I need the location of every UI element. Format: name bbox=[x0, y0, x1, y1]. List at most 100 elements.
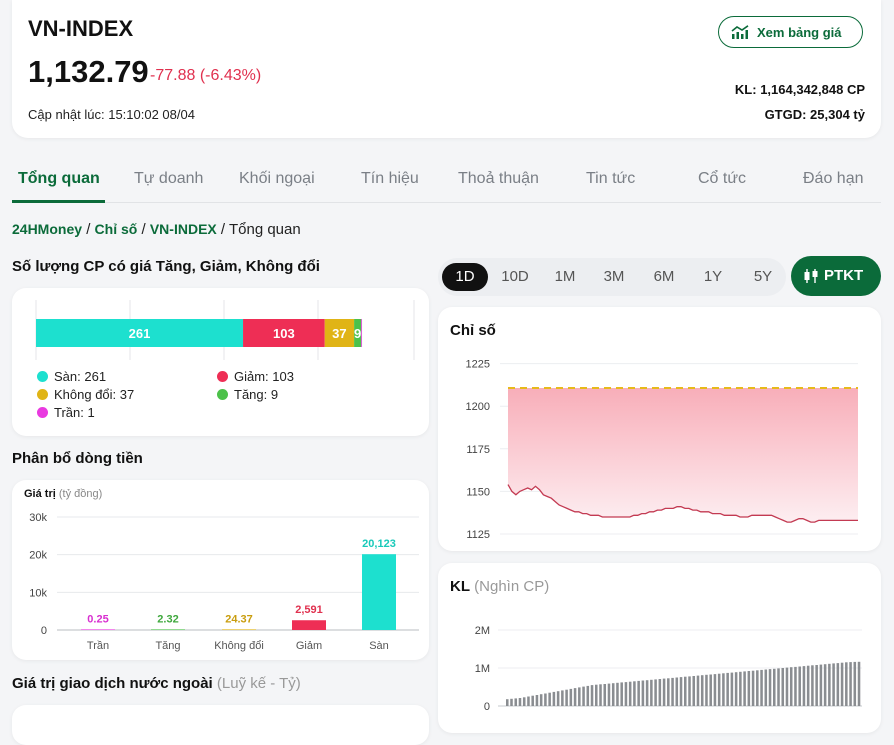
volume-bar bbox=[798, 666, 801, 706]
flow-category-label: Giảm bbox=[296, 640, 322, 652]
volume-bar bbox=[556, 691, 560, 706]
foreign-title: Giá trị giao dịch nước ngoài bbox=[12, 675, 213, 692]
flow-category-label: Trần bbox=[87, 640, 109, 652]
down-dot-icon bbox=[217, 371, 228, 382]
volume-bar bbox=[700, 675, 704, 706]
volume-bar bbox=[671, 677, 674, 706]
volume-bar bbox=[811, 665, 814, 706]
volume-bar bbox=[620, 682, 623, 706]
volume-bar bbox=[806, 665, 810, 706]
volume-bar bbox=[768, 669, 772, 706]
volume-bar bbox=[726, 672, 729, 706]
tab-divider bbox=[12, 202, 881, 203]
breadcrumb-home[interactable]: 24HMoney bbox=[12, 221, 82, 237]
volume-bar bbox=[747, 671, 751, 706]
volume-bar bbox=[624, 682, 628, 706]
volume-chart: 0 1M 2M bbox=[475, 625, 862, 713]
volume-bar bbox=[590, 685, 594, 706]
tab-signals[interactable]: Tín hiệu bbox=[361, 170, 419, 188]
volume-bar bbox=[832, 663, 835, 706]
volume-bar bbox=[815, 665, 818, 706]
range-5y[interactable]: 5Y bbox=[740, 263, 786, 291]
range-3m[interactable]: 3M bbox=[591, 263, 637, 291]
volume-bar bbox=[535, 695, 539, 706]
ptkt-label: PTKT bbox=[824, 267, 864, 284]
volume-bar bbox=[654, 679, 657, 706]
index-chart-card: Chỉ số 1125 1150 1175 1200 1225 bbox=[438, 307, 881, 551]
volume-bar bbox=[607, 683, 611, 706]
tab-overview[interactable]: Tổng quan bbox=[18, 170, 100, 188]
volume-bar bbox=[675, 677, 679, 706]
volume-bar bbox=[743, 671, 746, 706]
range-1m[interactable]: 1M bbox=[542, 263, 588, 291]
flow-title: Phân bổ dòng tiền bbox=[12, 450, 143, 467]
price-board-label: Xem bảng giá bbox=[757, 25, 842, 40]
breadcrumb-index[interactable]: VN-INDEX bbox=[150, 221, 217, 237]
tab-news[interactable]: Tin tức bbox=[586, 170, 635, 188]
legend-floor-label: Sàn: 261 bbox=[54, 369, 107, 384]
tab-maturity[interactable]: Đáo hạn bbox=[803, 170, 864, 188]
breadth-bar-ceiling bbox=[361, 319, 363, 347]
tab-dividends[interactable]: Cổ tức bbox=[698, 170, 746, 188]
flow-value-label: 0.25 bbox=[87, 613, 108, 625]
index-ytick: 1200 bbox=[466, 401, 490, 413]
volume-bar bbox=[518, 698, 522, 706]
flow-value-label: 2.32 bbox=[157, 613, 178, 625]
volume-bar bbox=[565, 689, 568, 706]
volume-bar bbox=[522, 697, 526, 706]
flat-dot-icon bbox=[37, 389, 48, 400]
volume-bar bbox=[586, 685, 590, 706]
range-1y[interactable]: 1Y bbox=[690, 263, 736, 291]
volume-bar bbox=[544, 693, 547, 706]
flow-ytick: 10k bbox=[29, 587, 47, 599]
volume-bar bbox=[506, 699, 509, 706]
volume-bar bbox=[510, 698, 513, 706]
index-ytick: 1225 bbox=[466, 359, 490, 371]
candlestick-icon bbox=[804, 269, 818, 283]
volume-bar bbox=[773, 668, 776, 706]
volume-bar bbox=[840, 662, 844, 706]
volume-bar bbox=[688, 676, 691, 706]
total-value: GTGD: 25,304 tỷ bbox=[764, 107, 865, 122]
legend-ceiling: Trần: 1 bbox=[37, 405, 95, 420]
breadcrumb-section[interactable]: Chỉ số bbox=[95, 221, 138, 237]
flow-ytick: 0 bbox=[41, 625, 47, 637]
price-board-button[interactable]: Xem bảng giá bbox=[718, 16, 863, 48]
legend-ceiling-label: Trần: 1 bbox=[54, 405, 95, 420]
range-6m[interactable]: 6M bbox=[641, 263, 687, 291]
flow-value-label: 24.37 bbox=[225, 613, 253, 625]
legend-flat-label: Không đổi: 37 bbox=[54, 387, 135, 402]
range-10d[interactable]: 10D bbox=[492, 263, 538, 291]
volume-bar bbox=[684, 676, 687, 706]
volume-bar bbox=[857, 661, 861, 706]
volume-bar bbox=[764, 669, 768, 706]
breadcrumb-sep: / bbox=[216, 221, 229, 238]
volume-bar bbox=[722, 673, 725, 706]
legend-down: Giảm: 103 bbox=[217, 369, 294, 384]
breadth-title: Số lượng CP có giá Tăng, Giảm, Không đổi bbox=[12, 258, 320, 275]
breadth-chart: 261 103 37 9 bbox=[35, 300, 415, 360]
volume-bar bbox=[709, 674, 712, 706]
volume-bar bbox=[548, 692, 551, 706]
ptkt-button[interactable]: PTKT bbox=[791, 256, 881, 296]
updated-time: Cập nhật lúc: 15:10:02 08/04 bbox=[28, 107, 195, 122]
index-chart: 1125 1150 1175 1200 1225 bbox=[466, 359, 858, 541]
breadth-label-flat: 37 bbox=[332, 326, 346, 341]
flow-value-label: 20,123 bbox=[362, 538, 396, 550]
index-title: VN-INDEX bbox=[28, 16, 134, 41]
tab-proprietary[interactable]: Tự doanh bbox=[134, 170, 203, 188]
volume-bar bbox=[514, 698, 518, 706]
volume-bar bbox=[696, 675, 700, 706]
range-1d[interactable]: 1D bbox=[442, 263, 488, 291]
volume-bar bbox=[552, 691, 556, 706]
breadth-card: 261 103 37 9 Sàn: 261 Giảm: 103 Không đổi: … bbox=[12, 288, 429, 436]
index-ytick: 1125 bbox=[466, 529, 490, 541]
index-header-card: VN-INDEX 1,132.79 -77.88 (-6.43%) Cập nh… bbox=[12, 0, 881, 138]
flow-bar bbox=[292, 620, 326, 630]
volume-bar bbox=[739, 671, 742, 706]
tab-foreign[interactable]: Khối ngoại bbox=[239, 170, 315, 188]
volume-bar bbox=[599, 684, 602, 706]
index-price: 1,132.79 bbox=[28, 54, 149, 89]
tab-put-through[interactable]: Thoả thuận bbox=[458, 170, 539, 188]
flow-value-label: 2,591 bbox=[295, 604, 323, 616]
